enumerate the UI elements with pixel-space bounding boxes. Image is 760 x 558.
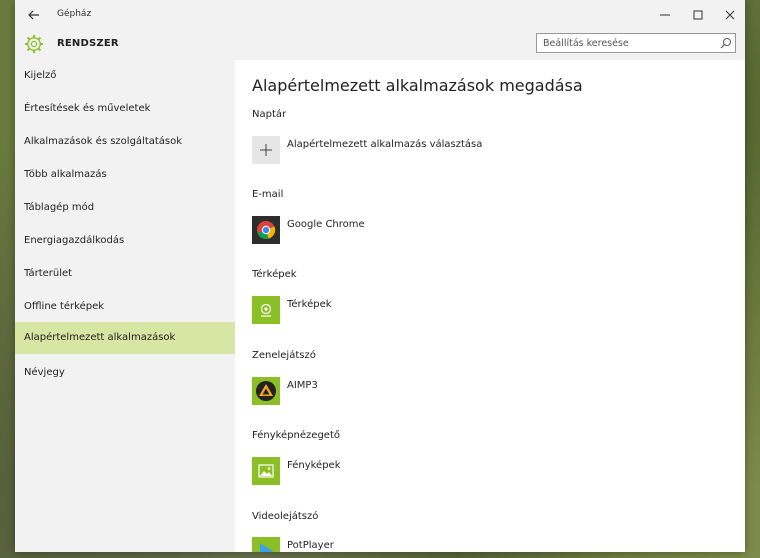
calendar-app-selector[interactable]: Alapértelmezett alkalmazás választása	[252, 136, 482, 164]
sidebar-item-about[interactable]: Névjegy	[15, 357, 235, 389]
settings-window: Gépház RENDSZER Beállítás keresése Kijel…	[15, 0, 745, 552]
maximize-icon	[693, 10, 703, 20]
gear-icon	[25, 35, 43, 53]
music-app-selector[interactable]: AIMP3	[252, 377, 318, 405]
page-title: Alapértelmezett alkalmazások megadása	[252, 76, 583, 95]
sidebar: Kijelző Értesítések és műveletek Alkalma…	[15, 60, 235, 552]
section-label-calendar: Naptár	[252, 109, 287, 120]
section-label-email: E-mail	[252, 189, 284, 200]
photos-app-selector[interactable]: Fényképek	[252, 457, 341, 485]
main-content: Alapértelmezett alkalmazások megadása Na…	[235, 60, 745, 552]
plus-icon	[252, 136, 280, 164]
music-app-label: AIMP3	[287, 380, 318, 391]
section-label-photos: Fényképnézegető	[252, 430, 340, 441]
section-label-music: Zenelejátszó	[252, 350, 316, 361]
maximize-button[interactable]	[683, 5, 713, 25]
header-bar: RENDSZER Beállítás keresése	[15, 30, 745, 60]
close-button[interactable]	[715, 5, 745, 25]
sidebar-item-power[interactable]: Energiagazdálkodás	[15, 225, 235, 257]
sidebar-item-display[interactable]: Kijelző	[15, 60, 235, 92]
sidebar-item-notifications[interactable]: Értesítések és műveletek	[15, 93, 235, 125]
close-icon	[725, 10, 735, 20]
sidebar-item-default-apps[interactable]: Alapértelmezett alkalmazások	[15, 322, 235, 354]
video-app-selector[interactable]: PotPlayer	[252, 537, 334, 552]
section-label-video: Videolejátszó	[252, 511, 319, 522]
sidebar-item-tablet-mode[interactable]: Táblagép mód	[15, 192, 235, 224]
maps-app-label: Térképek	[287, 299, 332, 310]
sidebar-item-offline-maps[interactable]: Offline térképek	[15, 291, 235, 323]
back-arrow-icon	[28, 10, 39, 20]
photos-icon	[252, 457, 280, 485]
maps-icon	[252, 296, 280, 324]
section-heading: RENDSZER	[57, 38, 119, 49]
sidebar-item-multitasking[interactable]: Több alkalmazás	[15, 159, 235, 191]
aimp-icon	[252, 377, 280, 405]
email-app-selector[interactable]: Google Chrome	[252, 216, 365, 244]
chrome-icon	[252, 216, 280, 244]
email-app-label: Google Chrome	[287, 219, 365, 230]
sidebar-item-apps-features[interactable]: Alkalmazások és szolgáltatások	[15, 126, 235, 158]
title-bar: Gépház	[15, 0, 745, 30]
window-title: Gépház	[57, 9, 92, 19]
search-icon[interactable]	[720, 37, 732, 49]
minimize-icon	[660, 14, 670, 16]
back-button[interactable]	[21, 5, 47, 25]
photos-app-label: Fényképek	[287, 460, 341, 471]
maps-app-selector[interactable]: Térképek	[252, 296, 332, 324]
video-app-label: PotPlayer	[287, 540, 334, 551]
section-label-maps: Térképek	[252, 269, 297, 280]
calendar-app-label: Alapértelmezett alkalmazás választása	[287, 139, 483, 150]
minimize-button[interactable]	[650, 5, 680, 25]
sidebar-item-storage[interactable]: Tárterület	[15, 258, 235, 290]
potplayer-icon	[252, 537, 280, 552]
search-input[interactable]: Beállítás keresése	[536, 33, 736, 53]
